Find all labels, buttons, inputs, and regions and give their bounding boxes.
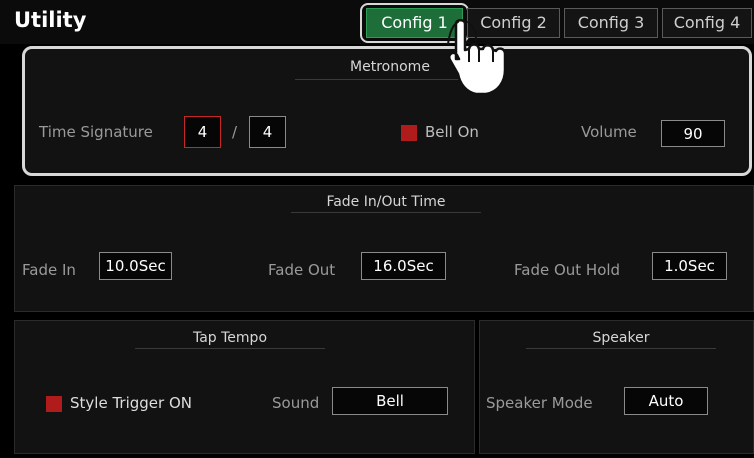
fade-out-field[interactable]: 16.0Sec (361, 252, 446, 280)
fade-in-label: Fade In (22, 261, 76, 279)
fade-in-field[interactable]: 10.0Sec (99, 252, 172, 280)
speaker-panel: Speaker Speaker Mode Auto (479, 320, 754, 454)
tap-tempo-title-rule (135, 348, 325, 349)
bell-on-label: Bell On (425, 123, 479, 141)
fade-out-hold-label: Fade Out Hold (514, 261, 621, 279)
page-title: Utility (14, 8, 87, 32)
speaker-mode-label: Speaker Mode (486, 394, 593, 412)
sound-field[interactable]: Bell (332, 387, 448, 415)
volume-label: Volume (581, 123, 637, 141)
metronome-panel: Metronome Time Signature 4 / 4 Bell On V… (22, 46, 752, 176)
fade-out-hold-field[interactable]: 1.0Sec (652, 252, 727, 280)
volume-field[interactable]: 90 (661, 120, 725, 147)
speaker-title-rule (526, 348, 716, 349)
style-trigger-label: Style Trigger ON (70, 394, 192, 412)
speaker-title: Speaker (592, 330, 650, 346)
fade-title-rule (291, 212, 481, 213)
time-signature-numerator[interactable]: 4 (184, 116, 221, 148)
sound-label: Sound (272, 394, 320, 412)
pointing-hand-icon (447, 19, 507, 96)
fade-title: Fade In/Out Time (326, 194, 446, 210)
tap-tempo-title: Tap Tempo (192, 330, 268, 346)
time-signature-label: Time Signature (39, 123, 153, 141)
speaker-mode-field[interactable]: Auto (624, 387, 708, 415)
tap-tempo-panel: Tap Tempo Style Trigger ON Sound Bell (14, 320, 475, 454)
time-signature-denominator[interactable]: 4 (249, 116, 286, 148)
tab-config-3[interactable]: Config 3 (564, 8, 658, 38)
fade-panel: Fade In/Out Time Fade In 10.0Sec Fade Ou… (14, 185, 754, 312)
bell-on-checkbox[interactable] (401, 125, 417, 141)
tab-config-4[interactable]: Config 4 (662, 8, 752, 38)
style-trigger-checkbox[interactable] (46, 396, 62, 412)
time-signature-slash: / (232, 123, 238, 141)
fade-out-label: Fade Out (268, 261, 336, 279)
